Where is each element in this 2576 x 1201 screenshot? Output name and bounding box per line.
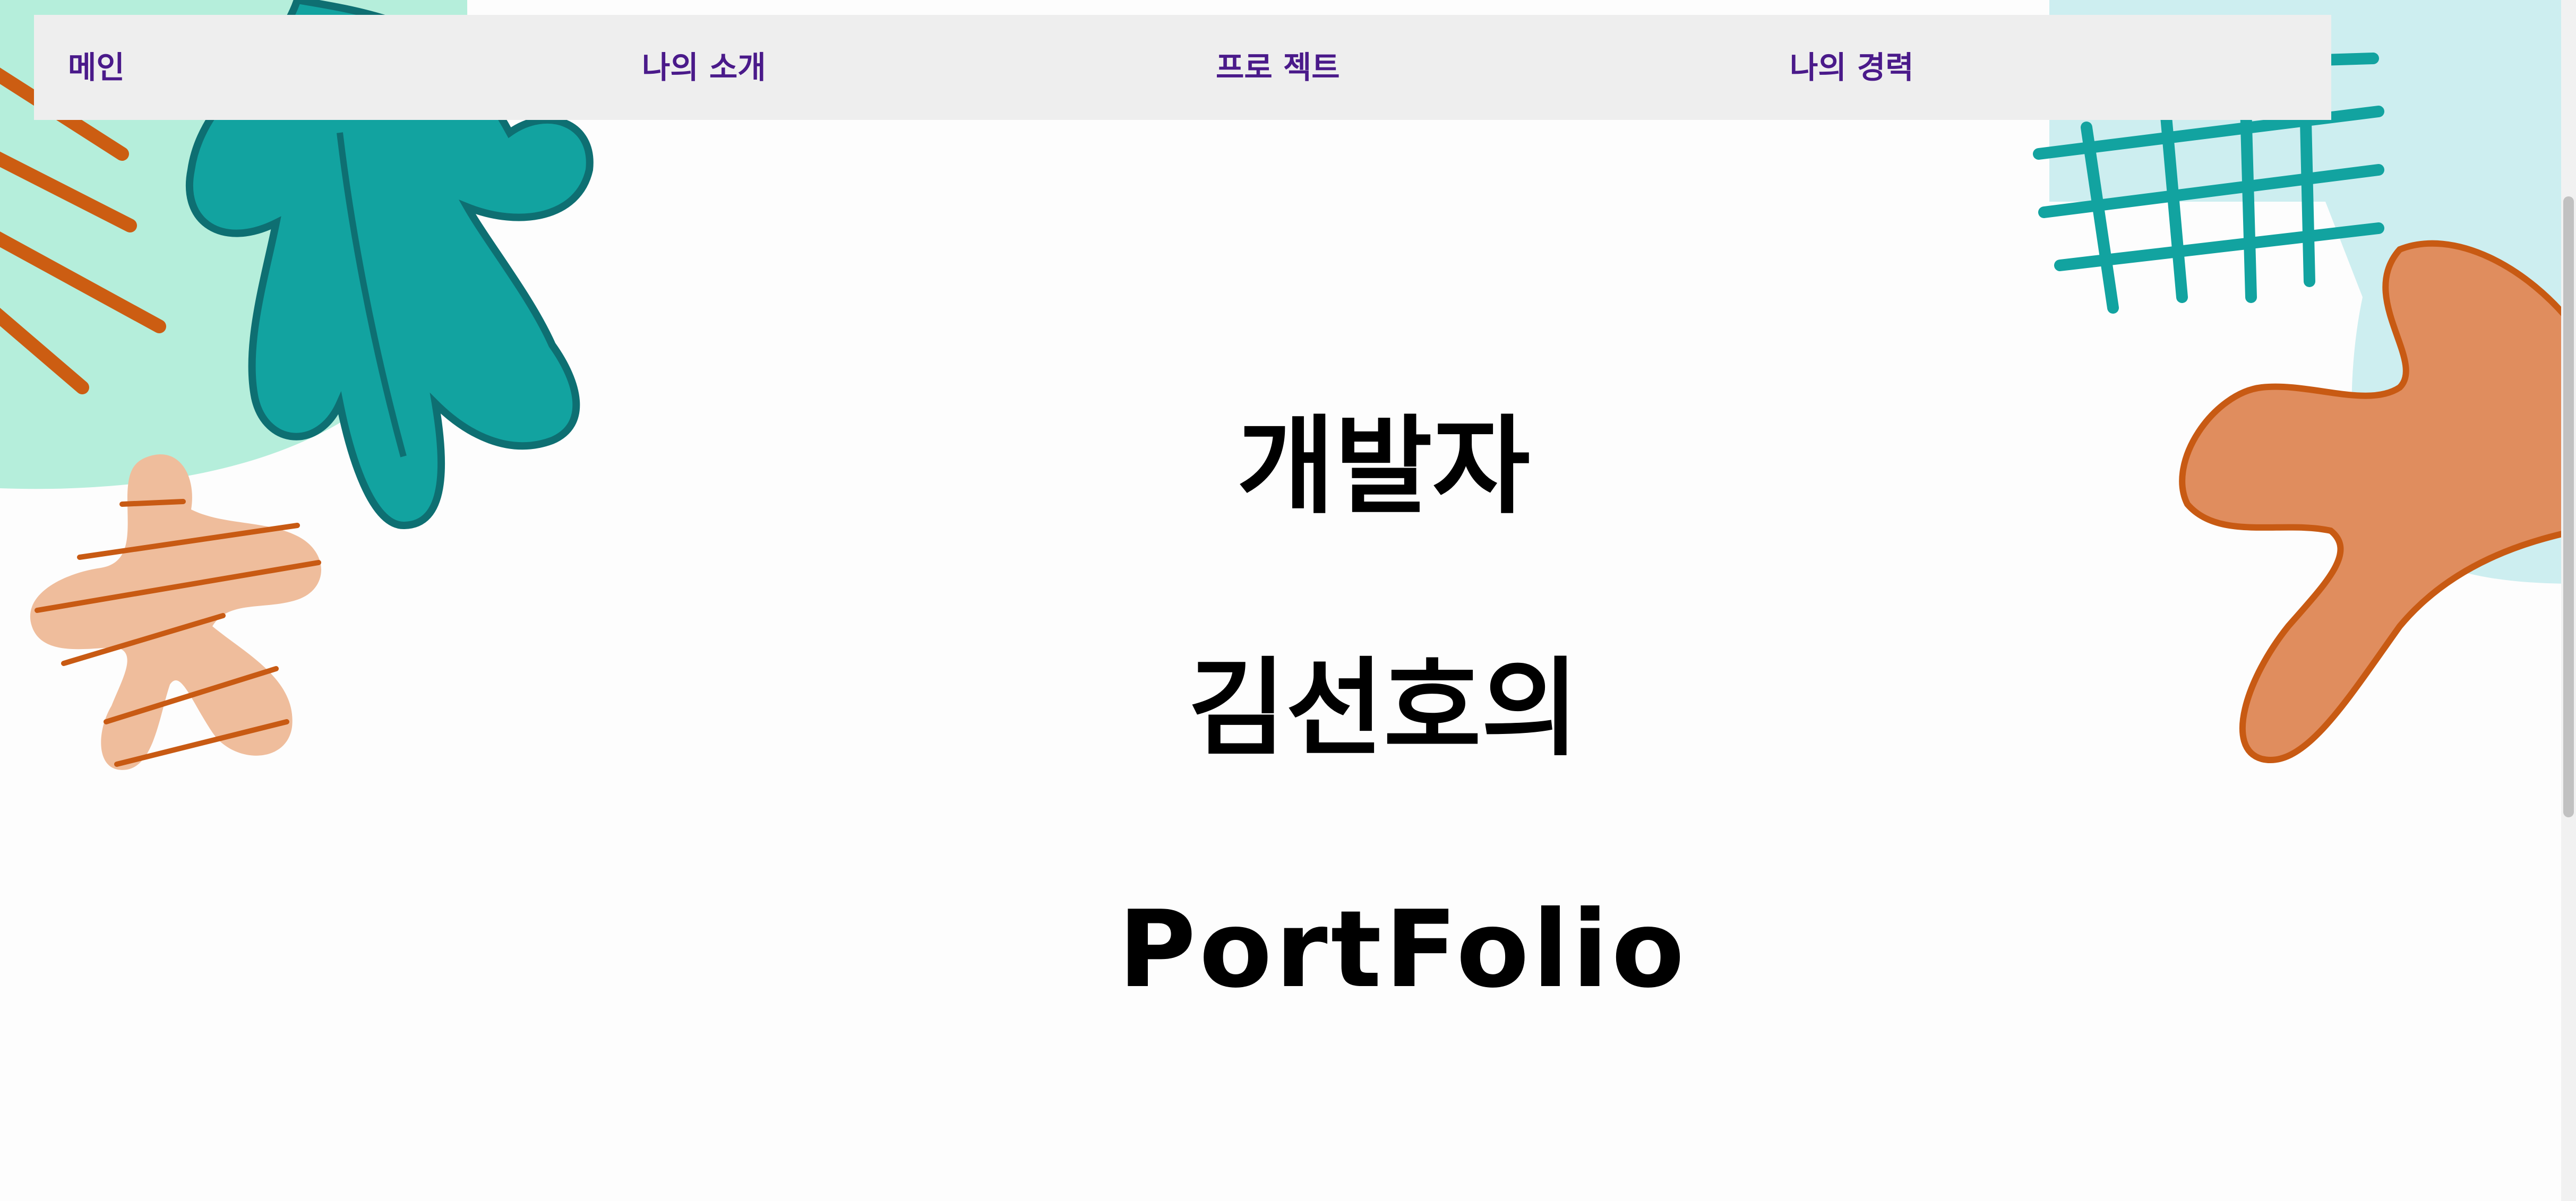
background-decoration [0,0,2576,770]
nav-item-about[interactable]: 나의 소개 [642,15,766,120]
page: 메인 나의 소개 프로 젝트 나의 경력 개발자 김선호의 PortFolio [0,0,2576,1201]
nav-item-projects[interactable]: 프로 젝트 [1216,15,1340,120]
vertical-scrollbar[interactable] [2561,0,2576,1201]
nav-item-career[interactable]: 나의 경력 [1790,15,1914,120]
scrollbar-thumb[interactable] [2563,196,2574,817]
peach-blob-decoration [30,454,322,770]
hero-title-developer: 개발자 [1237,405,1530,529]
nav-item-main[interactable]: 메인 [68,15,125,120]
hero-title-name: 김선호의 [1188,647,1579,771]
hero-title-portfolio: PortFolio [1118,888,1688,1012]
top-nav-bar: 메인 나의 소개 프로 젝트 나의 경력 [34,15,2331,120]
